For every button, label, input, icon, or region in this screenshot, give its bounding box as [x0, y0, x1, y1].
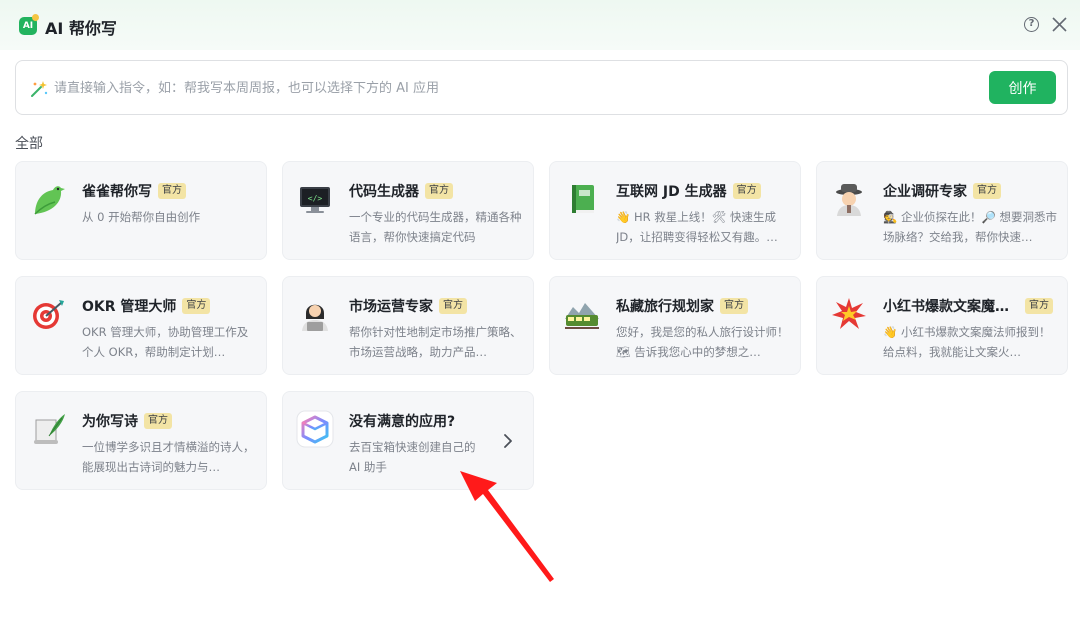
card-title: 市场运营专家 — [349, 299, 433, 315]
explosion-icon — [832, 298, 866, 329]
close-icon[interactable] — [1051, 16, 1068, 33]
card-title-row: 小红书爆款文案魔… 官方 — [883, 296, 1063, 316]
official-badge: 官方 — [720, 298, 748, 314]
card-title-row: 为你写诗 官方 — [82, 411, 262, 431]
train-icon — [565, 303, 599, 329]
card-description: 👋 HR 救星上线！🛠 快速生成 JD，让招聘变得轻松又有趣。… — [616, 210, 778, 244]
card-title-row: 互联网 JD 生成器 官方 — [616, 181, 796, 201]
official-badge: 官方 — [158, 183, 186, 199]
create-button[interactable]: 创作 — [989, 71, 1056, 104]
green-book-icon — [572, 185, 594, 213]
card-description: 帮你针对性地制定市场推广策略、市场运营战略，助力产品… — [349, 325, 522, 359]
app-card[interactable]: OKR 管理大师 官方 OKR 管理大师，协助管理工作及个人 OKR，帮助制定计… — [15, 276, 267, 375]
card-description: 一位博学多识且才情横溢的诗人，能展现出古诗词的魅力与… — [82, 440, 255, 474]
official-badge: 官方 — [732, 183, 761, 199]
card-title: 互联网 JD 生成器 — [616, 184, 727, 200]
annotation-arrow — [460, 471, 554, 582]
code-monitor-icon: </> — [300, 187, 330, 213]
official-badge: 官方 — [439, 298, 467, 314]
card-title: 没有满意的应用? — [349, 414, 456, 430]
official-badge: 官方 — [425, 183, 453, 199]
card-description: 👋 小红书爆款文案魔法师报到！给点料，我就能让文案火… — [883, 325, 1051, 359]
magic-wand-icon — [31, 81, 48, 97]
app-card[interactable]: 互联网 JD 生成器 官方 👋 HR 救星上线！🛠 快速生成 JD，让招聘变得轻… — [549, 161, 801, 260]
card-description: 🕵 企业侦探在此！🔎 想要洞悉市场脉络？交给我，帮你快速… — [883, 210, 1057, 244]
card-title: 雀雀帮你写 — [82, 184, 152, 200]
card-title-row: 市场运营专家 官方 — [349, 296, 529, 316]
card-title: 小红书爆款文案魔… — [883, 299, 1009, 315]
scroll-quill-icon — [34, 414, 65, 444]
app-card[interactable]: 小红书爆款文案魔… 官方 👋 小红书爆款文案魔法师报到！给点料，我就能让文案火… — [816, 276, 1068, 375]
official-badge: 官方 — [1025, 298, 1053, 314]
app-card[interactable]: 雀雀帮你写 官方 从 0 开始帮你自由创作 — [15, 161, 267, 260]
app-card[interactable]: 私藏旅行规划家 官方 您好，我是您的私人旅行设计师！🗺 告诉我您心中的梦想之… — [549, 276, 801, 375]
help-icon[interactable]: ? — [1024, 17, 1039, 32]
card-title: 私藏旅行规划家 — [616, 299, 714, 315]
card-title-row: 私藏旅行规划家 官方 — [616, 296, 796, 316]
card-title: 企业调研专家 — [883, 184, 967, 200]
official-badge: 官方 — [182, 298, 211, 314]
section-label: 全部 — [15, 136, 43, 152]
card-title: 为你写诗 — [82, 414, 138, 430]
app-card[interactable]: 市场运营专家 官方 帮你针对性地制定市场推广策略、市场运营战略，助力产品… — [282, 276, 534, 375]
card-description: 从 0 开始帮你自由创作 — [82, 210, 201, 224]
dialog-title: AI 帮你写 — [45, 19, 117, 38]
card-title-row: 代码生成器 官方 — [349, 181, 529, 201]
app-card[interactable]: 企业调研专家 官方 🕵 企业侦探在此！🔎 想要洞悉市场脉络？交给我，帮你快速… — [816, 161, 1068, 260]
laptop-person-icon — [302, 304, 328, 331]
card-title-row: 企业调研专家 官方 — [883, 181, 1063, 201]
bird-icon — [34, 186, 65, 215]
app-card[interactable]: 为你写诗 官方 一位博学多识且才情横溢的诗人，能展现出古诗词的魅力与… — [15, 391, 267, 490]
official-badge: 官方 — [973, 183, 1001, 199]
logo-spark — [32, 14, 39, 21]
card-title: 代码生成器 — [349, 184, 419, 200]
target-icon — [33, 300, 64, 329]
app-card[interactable]: </> 代码生成器 官方 一个专业的代码生成器，精通各种语言，帮你快速搞定代码 — [282, 161, 534, 260]
card-title: OKR 管理大师 — [82, 299, 177, 315]
card-title-row: 雀雀帮你写 官方 — [82, 181, 262, 201]
card-title-row: 没有满意的应用? — [349, 411, 529, 431]
prompt-box: 创作 — [15, 60, 1068, 115]
dialog-header: AI AI 帮你写 ? — [0, 0, 1080, 50]
card-description: 您好，我是您的私人旅行设计师！🗺 告诉我您心中的梦想之… — [616, 325, 789, 359]
box-app-icon — [296, 410, 334, 448]
card-description: 一个专业的代码生成器，精通各种语言，帮你快速搞定代码 — [349, 210, 522, 244]
chevron-right-icon[interactable] — [501, 433, 515, 449]
card-description: OKR 管理大师，协助管理工作及个人 OKR，帮助制定计划… — [82, 325, 249, 359]
detective-icon — [836, 184, 862, 216]
official-badge: 官方 — [144, 413, 172, 429]
card-title-row: OKR 管理大师 官方 — [82, 296, 262, 316]
svg-text:</>: </> — [308, 194, 323, 203]
prompt-input[interactable] — [54, 71, 954, 105]
